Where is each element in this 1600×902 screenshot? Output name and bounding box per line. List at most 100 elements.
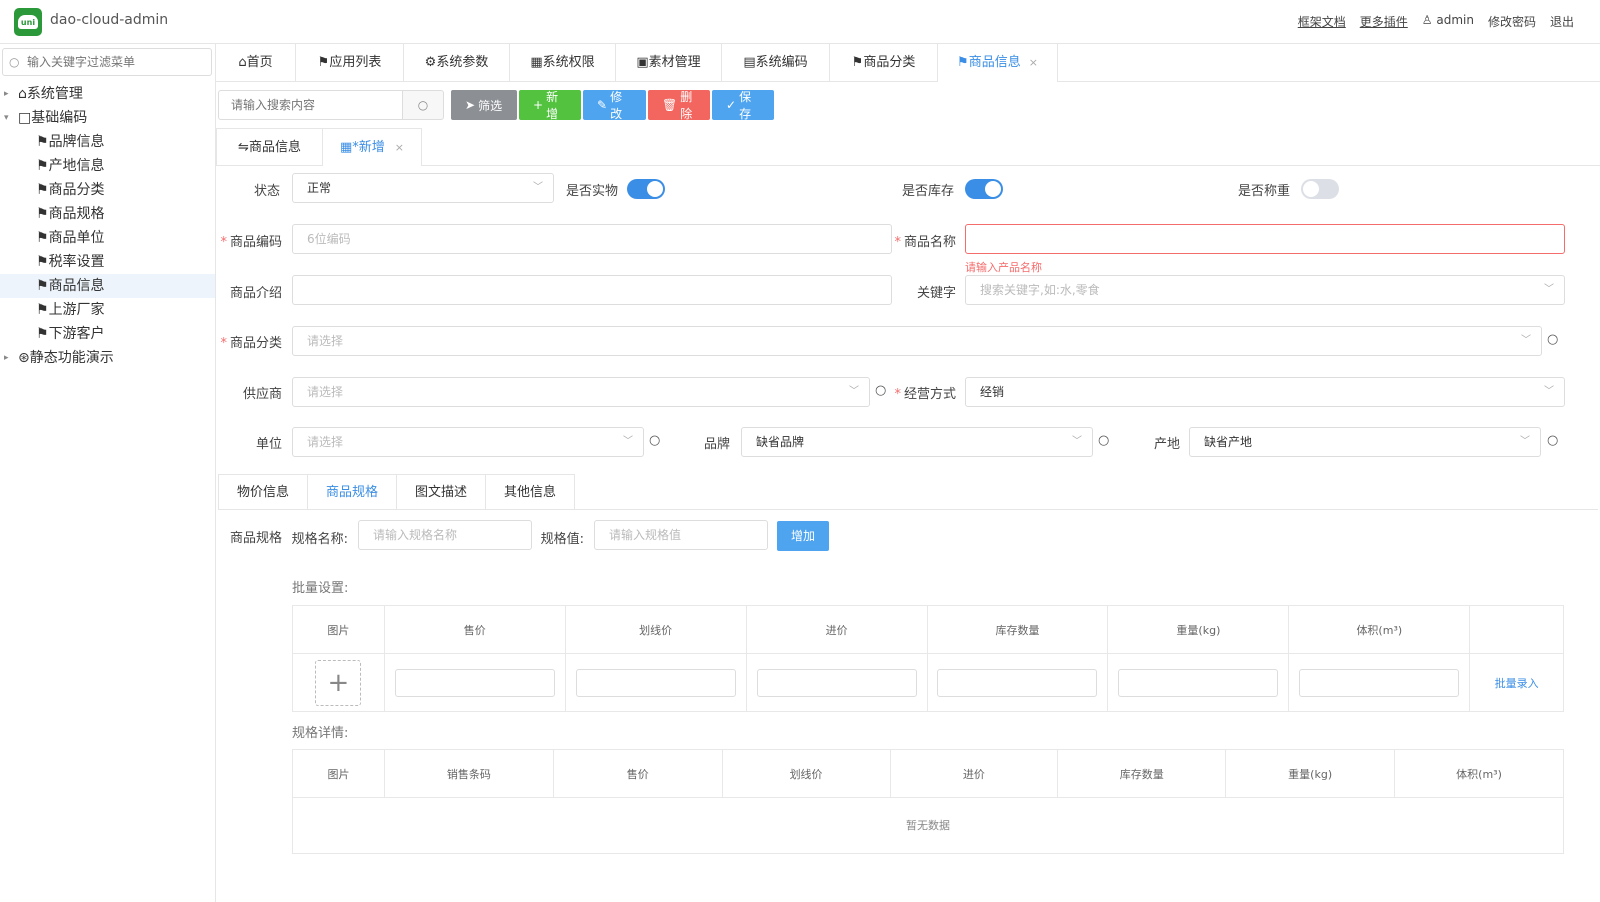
batch-weight-input[interactable] — [1118, 668, 1279, 697]
unit-search-icon[interactable]: ○ — [649, 433, 660, 448]
sidebar-item-system[interactable]: ▸ ⌂系统管理 — [0, 82, 215, 106]
unit-select[interactable]: 请选择 ﹀ — [292, 427, 644, 457]
mode-select[interactable]: 经销 ﹀ — [965, 377, 1565, 407]
tab-system-codes[interactable]: ▤系统编码 — [722, 44, 830, 82]
delete-button[interactable]: 🗑︎ 删除 — [648, 90, 710, 121]
sidebar-item-basic-codes[interactable]: ▾ □基础编码 — [0, 106, 215, 130]
batch-volume-input[interactable] — [1299, 668, 1460, 697]
code-input[interactable]: 6位编码 — [292, 224, 892, 254]
name-label: * 商品名称 — [890, 231, 956, 250]
tab-product-info[interactable]: ⚑商品信息 × — [938, 44, 1058, 82]
category-search-icon[interactable]: ○ — [1547, 332, 1558, 347]
tab-home[interactable]: ⌂首页 — [216, 44, 296, 82]
tab-new-product[interactable]: ▦*新增 × — [322, 128, 422, 166]
edit-button[interactable]: ✎ 修改 — [583, 90, 646, 121]
filter-label: 筛选 — [478, 98, 503, 113]
sidebar-item-downstream[interactable]: ⚑下游客户 — [0, 322, 215, 346]
batch-list-price-input[interactable] — [575, 668, 736, 697]
docs-link[interactable]: 框架文档 — [1298, 13, 1346, 30]
is-inventory-toggle[interactable] — [965, 179, 1003, 199]
supplier-select[interactable]: 请选择 ﹀ — [292, 377, 870, 407]
sidebar-item-spec[interactable]: ⚑商品规格 — [0, 202, 215, 226]
brand-select[interactable]: 缺省品牌 ﹀ — [741, 427, 1093, 457]
sidebar-item-unit[interactable]: ⚑商品单位 — [0, 226, 215, 250]
menu-filter-input[interactable] — [27, 53, 207, 71]
origin-value: 缺省产地 — [1204, 435, 1253, 449]
sidebar-item-brand[interactable]: ⚑品牌信息 — [0, 130, 215, 154]
menu-filter[interactable]: ○ — [2, 48, 212, 76]
status-select[interactable]: 正常 ﹀ — [292, 173, 554, 203]
check-icon: ✓ — [726, 98, 737, 112]
close-icon[interactable]: × — [1029, 56, 1038, 69]
batch-apply-link[interactable]: 批量录入 — [1495, 677, 1539, 690]
batch-price-input[interactable] — [394, 668, 555, 697]
tab-other[interactable]: 其他信息 — [485, 474, 575, 510]
spec-add-button[interactable]: 增加 — [777, 521, 829, 551]
tab-label: 商品分类 — [863, 55, 916, 70]
expand-icon[interactable]: ▸ — [4, 346, 9, 370]
expand-icon[interactable]: ▸ — [4, 82, 9, 106]
flag-icon: ⚑ — [36, 278, 49, 294]
mode-label-text: 经营方式 — [903, 387, 956, 402]
plugins-link[interactable]: 更多插件 — [1360, 13, 1408, 30]
save-button[interactable]: ✓ 保存 — [712, 90, 774, 121]
sidebar-item-label: 税率设置 — [48, 254, 105, 270]
change-password-link[interactable]: 修改密码 — [1488, 13, 1536, 30]
user-menu[interactable]: ♙ admin — [1422, 13, 1474, 30]
sidebar-item-static-demo[interactable]: ▸ ⊛静态功能演示 — [0, 346, 215, 370]
is-physical-toggle[interactable] — [627, 179, 665, 199]
tab-label: 首页 — [246, 55, 273, 70]
spec-value-input[interactable]: 请输入规格值 — [594, 520, 768, 550]
image-icon: ▣ — [636, 55, 649, 70]
collapse-icon[interactable]: ▾ — [4, 106, 9, 130]
filter-button[interactable]: ➤ 筛选 — [451, 90, 517, 120]
sidebar: ○ ▸⌂系统管理 ▾□基础编码 ⚑品牌信息 ⚑产地信息 ⚑商品分类 ⚑商品规格 … — [0, 44, 216, 902]
search-input[interactable] — [218, 90, 402, 120]
tab-label: 系统编码 — [755, 55, 808, 70]
batch-stock-input[interactable] — [937, 668, 1098, 697]
upload-image-button[interactable]: + — [315, 659, 362, 706]
sidebar-item-upstream[interactable]: ⚑上游厂家 — [0, 298, 215, 322]
detail-title: 规格详情: — [292, 726, 349, 741]
tab-label: 系统权限 — [542, 55, 595, 70]
logout-link[interactable]: 退出 — [1550, 13, 1574, 30]
flag-icon: ⚑ — [36, 326, 49, 342]
sidebar-item-origin[interactable]: ⚑产地信息 — [0, 154, 215, 178]
origin-select[interactable]: 缺省产地 ﹀ — [1189, 427, 1541, 457]
supplier-search-icon[interactable]: ○ — [875, 383, 886, 398]
name-input[interactable] — [965, 224, 1565, 254]
search-button[interactable]: ○ — [402, 90, 444, 120]
keyword-select[interactable]: 搜索关键字,如:水,零食 ﹀ — [965, 275, 1565, 305]
send-icon: ➤ — [465, 98, 476, 112]
chevron-down-icon: ﹀ — [1544, 386, 1554, 397]
tab-product-list[interactable]: ⇋商品信息 — [216, 128, 323, 166]
is-weighed-label: 是否称重 — [1237, 184, 1290, 199]
grid-icon: ▦ — [339, 140, 353, 155]
tab-pricing[interactable]: 物价信息 — [218, 474, 308, 510]
tab-app-list[interactable]: ⚑应用列表 — [296, 44, 404, 82]
weight-cell — [1107, 653, 1290, 712]
tab-spec[interactable]: 商品规格 — [307, 474, 397, 510]
intro-input[interactable] — [292, 275, 892, 305]
tab-assets[interactable]: ▣素材管理 — [616, 44, 722, 82]
app-logo[interactable]: uni — [14, 8, 42, 36]
tab-product-category[interactable]: ⚑商品分类 — [830, 44, 938, 82]
tab-description[interactable]: 图文描述 — [396, 474, 486, 510]
sidebar-item-product-info[interactable]: ⚑商品信息 — [0, 274, 215, 298]
tab-system-permissions[interactable]: ▦系统权限 — [510, 44, 616, 82]
sidebar-item-tax[interactable]: ⚑税率设置 — [0, 250, 215, 274]
add-button[interactable]: + 新增 — [519, 90, 581, 121]
sidebar-item-category[interactable]: ⚑商品分类 — [0, 178, 215, 202]
brand-search-icon[interactable]: ○ — [1098, 433, 1109, 448]
tab-system-params[interactable]: ⚙系统参数 — [404, 44, 510, 82]
origin-search-icon[interactable]: ○ — [1547, 433, 1558, 448]
toggle-knob — [1303, 181, 1319, 197]
sidebar-item-label: 上游厂家 — [48, 302, 105, 318]
category-select[interactable]: 请选择 ﹀ — [292, 326, 1542, 356]
close-icon[interactable]: × — [395, 141, 404, 154]
batch-cost-input[interactable] — [756, 668, 917, 697]
is-weighed-toggle[interactable] — [1301, 179, 1339, 199]
flag-icon: ⚑ — [317, 55, 330, 70]
flag-icon: ⚑ — [36, 182, 49, 198]
spec-name-input[interactable]: 请输入规格名称 — [358, 520, 532, 550]
